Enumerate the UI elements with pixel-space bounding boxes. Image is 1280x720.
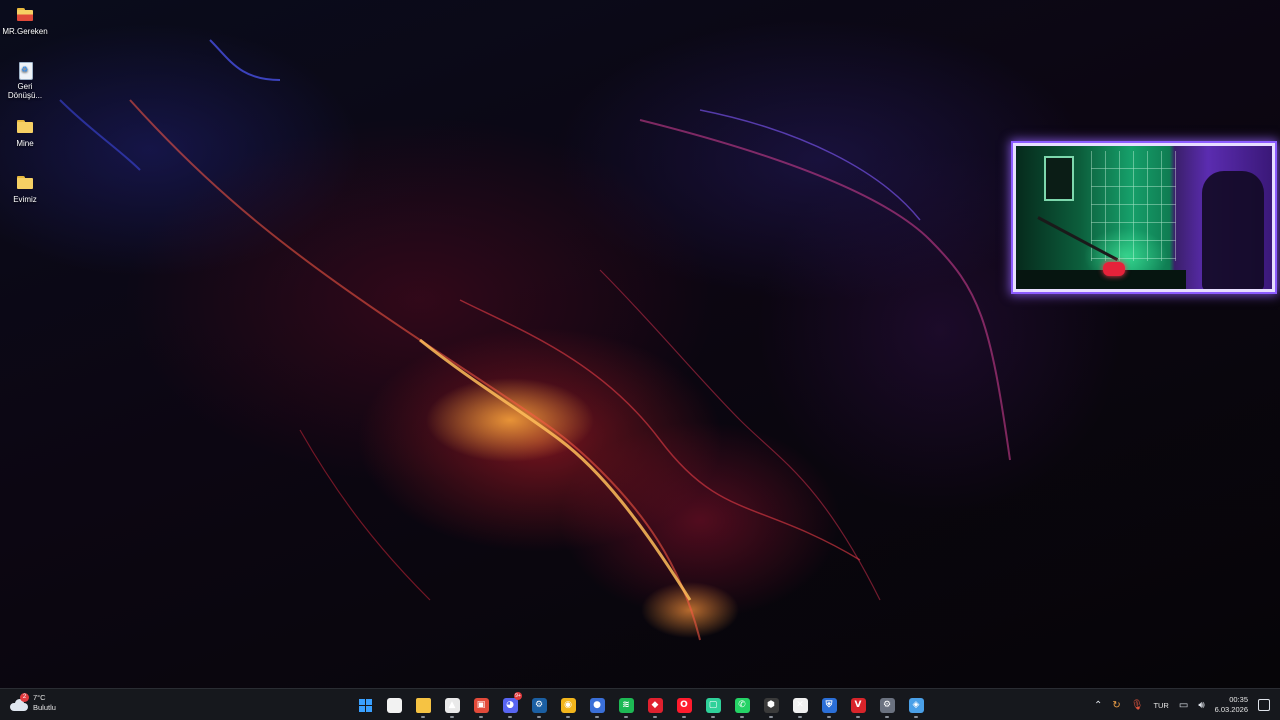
taskbar-app-spotify[interactable]: ≋: [613, 692, 639, 718]
red-folder-icon: [15, 6, 35, 24]
weather-temperature: 7°C: [33, 693, 46, 702]
photo-editor-icon: ▣: [473, 697, 489, 713]
running-indicator: [856, 716, 860, 718]
folder-icon: [415, 697, 431, 713]
nebula-streaks: [59, 39, 1011, 641]
running-indicator: [508, 716, 512, 718]
shield-app-icon: ⛨: [821, 697, 837, 713]
desktop-icon-recycle-bin[interactable]: Geri Dönüşü...: [0, 61, 50, 100]
weather-condition: Bulutlu: [33, 703, 56, 712]
notification-icon[interactable]: [1258, 699, 1270, 711]
running-indicator: [769, 716, 773, 718]
app-notification-badge: 9+: [514, 692, 522, 700]
running-indicator: [450, 716, 454, 718]
gear-icon: ⚙: [879, 697, 895, 713]
green-app-icon: ▢: [705, 697, 721, 713]
windows-logo-icon: [358, 698, 373, 713]
desktop-icon-label: MR.Gereken: [2, 27, 48, 36]
taskbar-app-app-5[interactable]: ▣: [468, 692, 494, 718]
webcam-chair: [1202, 171, 1264, 289]
taskbar-app-app-15[interactable]: ⬢: [758, 692, 784, 718]
sync-icon[interactable]: ↻: [1112, 700, 1120, 711]
taskbar-app-voicemod[interactable]: V: [845, 692, 871, 718]
system-tray: ⌃ ↻ 🎙︎ TUR ▭ 🔊︎ 00:35 6.03.2026: [1094, 689, 1270, 720]
network-icon[interactable]: ▭: [1179, 700, 1188, 711]
webcam-window-view: [1044, 156, 1074, 201]
running-indicator: [624, 716, 628, 718]
folder-icon: [15, 118, 35, 136]
taskbar-app-microsoft-store[interactable]: [381, 692, 407, 718]
running-indicator: [682, 716, 686, 718]
taskbar-app-settings[interactable]: ⚙: [874, 692, 900, 718]
webcam-microphone: [1103, 262, 1125, 276]
clock-time: 00:35: [1229, 695, 1248, 704]
red-app-icon: ◆: [647, 697, 663, 713]
running-indicator: [479, 716, 483, 718]
taskbar-app-capcut[interactable]: ✕: [787, 692, 813, 718]
desktop-icon-label: Evimiz: [13, 195, 37, 204]
running-indicator: [885, 716, 889, 718]
running-indicator: [421, 716, 425, 718]
chrome-icon: ◉: [560, 697, 576, 713]
triangle-app-icon: ▲: [444, 697, 460, 713]
taskbar-app-steam[interactable]: ⚙: [526, 692, 552, 718]
webcam-shelf: [1091, 151, 1176, 261]
running-indicator: [740, 716, 744, 718]
discord-icon: ◕: [502, 697, 518, 713]
running-indicator: [566, 716, 570, 718]
capcut-icon: ✕: [792, 697, 808, 713]
taskbar-app-start[interactable]: [352, 692, 378, 718]
folder-icon: [15, 174, 35, 192]
taskbar-apps: ▲ ▣ ◕ 9+ ⚙ ◉ ● ≋ ◆ O ▢ ✆ ⬢ ✕ ⛨ V ⚙ ◈: [352, 692, 929, 718]
volume-icon[interactable]: 🔊︎: [1198, 700, 1204, 711]
webcam-overlay[interactable]: [1013, 143, 1275, 292]
taskbar-app-app-9[interactable]: ●: [584, 692, 610, 718]
blue-orb-icon: ●: [589, 697, 605, 713]
desktop-icon-evimiz[interactable]: Evimiz: [0, 174, 50, 204]
desktop-icon-label: Mine: [16, 139, 34, 148]
voice-app-icon: V: [850, 697, 866, 713]
opera-icon: O: [676, 697, 692, 713]
taskbar-app-chrome[interactable]: ◉: [555, 692, 581, 718]
microphone-icon[interactable]: 🎙︎: [1131, 700, 1144, 711]
taskbar: 2 7°C Bulutlu ▲ ▣ ◕ 9+ ⚙ ◉ ● ≋ ◆ O ▢ ✆ ⬢ ✕ ⛨ V ⚙ ◈ ⌃ ↻ 🎙︎…: [0, 688, 1280, 720]
taskbar-app-app-11[interactable]: ◆: [642, 692, 668, 718]
spotify-icon: ≋: [618, 697, 634, 713]
running-indicator: [827, 716, 831, 718]
recycle-bin-icon: [15, 61, 35, 80]
language-indicator[interactable]: TUR: [1153, 701, 1168, 710]
taskbar-app-whatsapp[interactable]: ✆: [729, 692, 755, 718]
taskbar-app-app-4[interactable]: ▲: [439, 692, 465, 718]
taskbar-app-app-17[interactable]: ⛨: [816, 692, 842, 718]
steam-icon: ⚙: [531, 697, 547, 713]
weather-widget[interactable]: 2 7°C Bulutlu: [10, 693, 56, 713]
taskbar-app-app-20[interactable]: ◈: [903, 692, 929, 718]
diamond-app-icon: ◈: [908, 697, 924, 713]
chevron-up-icon[interactable]: ⌃: [1094, 700, 1102, 711]
weather-badge: 2: [20, 693, 29, 702]
running-indicator: [653, 716, 657, 718]
running-indicator: [798, 716, 802, 718]
clock-date: 6.03.2026: [1214, 705, 1248, 714]
whatsapp-icon: ✆: [734, 697, 750, 713]
running-indicator: [914, 716, 918, 718]
running-indicator: [595, 716, 599, 718]
webcam-desk: [1016, 270, 1186, 289]
clock[interactable]: 00:35 6.03.2026: [1215, 695, 1248, 715]
taskbar-app-app-13[interactable]: ▢: [700, 692, 726, 718]
running-indicator: [711, 716, 715, 718]
taskbar-app-opera[interactable]: O: [671, 692, 697, 718]
desktop-icon-mr-gereken[interactable]: MR.Gereken: [0, 6, 50, 36]
desktop-wallpaper: [0, 0, 1280, 688]
desktop-icon-mine[interactable]: Mine: [0, 118, 50, 148]
running-indicator: [537, 716, 541, 718]
hexagon-app-icon: ⬢: [763, 697, 779, 713]
desktop-icon-label: Geri Dönüşü...: [7, 82, 43, 100]
taskbar-app-file-explorer[interactable]: [410, 692, 436, 718]
taskbar-app-discord[interactable]: ◕ 9+: [497, 692, 523, 718]
store-icon: [386, 697, 402, 713]
